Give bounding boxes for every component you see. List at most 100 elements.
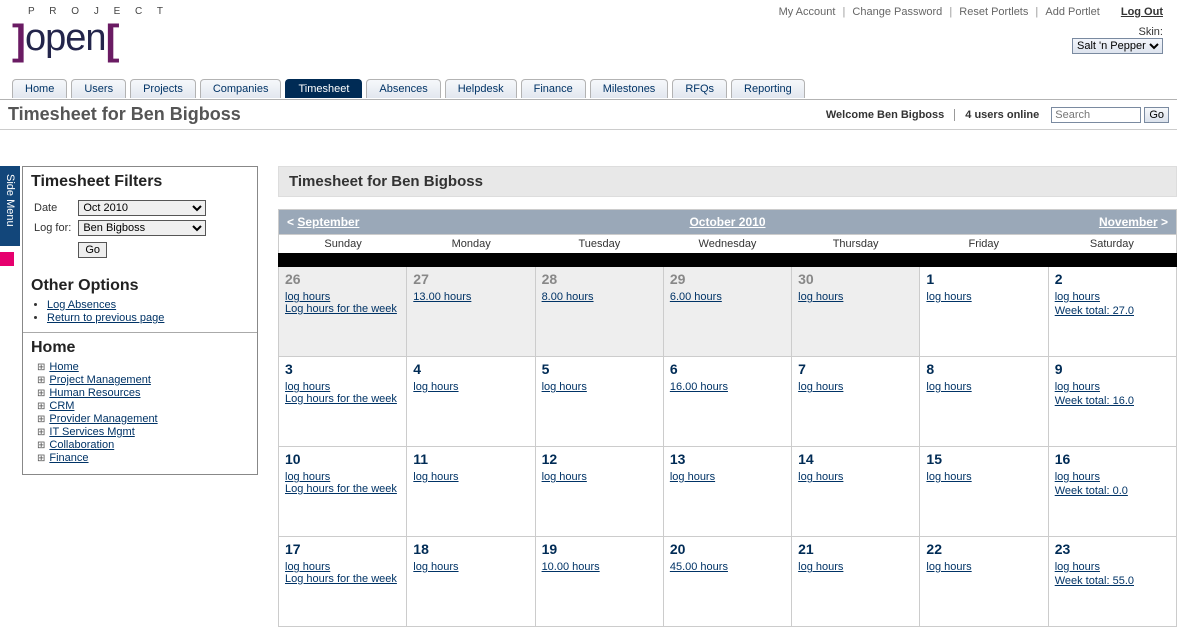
weekday-label: Wednesday (663, 235, 791, 253)
tab-timesheet[interactable]: Timesheet (285, 79, 362, 98)
week-total-link[interactable]: Week total: 0.0 (1055, 485, 1170, 497)
log-hours-link[interactable]: log hours (1055, 381, 1170, 393)
sidebar-option-link[interactable]: Log Absences (47, 299, 116, 311)
day-number: 9 (1055, 361, 1063, 377)
log-hours-link[interactable]: log hours (285, 471, 400, 483)
sidebar: Timesheet Filters Date Oct 2010 Log for:… (22, 166, 258, 475)
tree-item-link[interactable]: Home (49, 361, 78, 373)
day-number: 15 (926, 451, 942, 467)
users-online: 4 users online (965, 109, 1039, 121)
filter-logfor-label: Log for: (33, 219, 75, 237)
log-week-link[interactable]: Log hours for the week (285, 393, 400, 405)
logout-link[interactable]: Log Out (1121, 6, 1163, 18)
log-hours-link[interactable]: log hours (542, 381, 657, 393)
next-month-link[interactable]: November (1099, 215, 1158, 229)
tab-users[interactable]: Users (71, 79, 126, 98)
tab-absences[interactable]: Absences (366, 79, 440, 98)
skin-select[interactable]: Salt 'n Pepper (1072, 38, 1163, 54)
calendar-cell: 7log hours (792, 357, 920, 447)
week-total-link[interactable]: Week total: 55.0 (1055, 575, 1170, 587)
side-menu-toggle[interactable]: Side Menu (0, 166, 20, 246)
calendar-cell: 13 log hours (664, 447, 792, 537)
tab-milestones[interactable]: Milestones (590, 79, 669, 98)
tree-item-link[interactable]: CRM (49, 400, 74, 412)
filter-date-label: Date (33, 199, 75, 217)
tab-helpdesk[interactable]: Helpdesk (445, 79, 517, 98)
search-go-button[interactable]: Go (1144, 107, 1169, 123)
hours-link[interactable]: 8.00 hours (542, 291, 657, 303)
tree-item-link[interactable]: Project Management (49, 374, 151, 386)
hours-link[interactable]: 6.00 hours (670, 291, 785, 303)
calendar-cell: 15 log hours (920, 447, 1048, 537)
tree-item-link[interactable]: Human Resources (49, 387, 140, 399)
header-link[interactable]: Add Portlet (1045, 6, 1099, 18)
tab-reporting[interactable]: Reporting (731, 79, 805, 98)
log-week-link[interactable]: Log hours for the week (285, 483, 400, 495)
log-hours-link[interactable]: log hours (926, 561, 1041, 573)
calendar-cell: 18log hours (407, 537, 535, 627)
calendar-strip (278, 253, 1177, 267)
day-number: 1 (926, 271, 934, 287)
log-hours-link[interactable]: log hours (285, 561, 400, 573)
log-hours-link[interactable]: log hours (798, 471, 913, 483)
log-hours-link[interactable]: log hours (1055, 291, 1170, 303)
filter-logfor-select[interactable]: Ben Bigboss (78, 220, 206, 236)
tree-item-link[interactable]: Finance (49, 452, 88, 464)
header-link[interactable]: Reset Portlets (959, 6, 1028, 18)
tree-item-link[interactable]: IT Services Mgmt (49, 426, 134, 438)
log-hours-link[interactable]: log hours (413, 561, 528, 573)
header-link[interactable]: Change Password (852, 6, 942, 18)
log-hours-link[interactable]: log hours (926, 291, 1041, 303)
calendar-cell: 3log hoursLog hours for the week (279, 357, 407, 447)
hours-link[interactable]: 13.00 hours (413, 291, 528, 303)
tab-finance[interactable]: Finance (521, 79, 586, 98)
weekday-label: Thursday (792, 235, 920, 253)
calendar-cell: 5log hours (536, 357, 664, 447)
filter-go-button[interactable]: Go (78, 242, 107, 258)
day-number: 8 (926, 361, 934, 377)
week-total-link[interactable]: Week total: 27.0 (1055, 305, 1170, 317)
log-hours-link[interactable]: log hours (1055, 561, 1170, 573)
calendar-cell: 4log hours (407, 357, 535, 447)
hours-link[interactable]: 16.00 hours (670, 381, 785, 393)
tree-item-link[interactable]: Collaboration (49, 439, 114, 451)
tab-home[interactable]: Home (12, 79, 67, 98)
log-hours-link[interactable]: log hours (798, 561, 913, 573)
calendar-grid: 26log hoursLog hours for the week2713.00… (278, 267, 1177, 627)
calendar-cell: 10log hoursLog hours for the week (279, 447, 407, 537)
hours-link[interactable]: 45.00 hours (670, 561, 785, 573)
log-hours-link[interactable]: log hours (285, 291, 400, 303)
weekday-label: Friday (920, 235, 1048, 253)
tab-projects[interactable]: Projects (130, 79, 196, 98)
header-link[interactable]: My Account (779, 6, 836, 18)
calendar-cell: 16log hoursWeek total: 0.0 (1049, 447, 1177, 537)
log-hours-link[interactable]: log hours (926, 381, 1041, 393)
search-input[interactable] (1051, 107, 1141, 123)
week-total-link[interactable]: Week total: 16.0 (1055, 395, 1170, 407)
log-hours-link[interactable]: log hours (413, 471, 528, 483)
hours-link[interactable]: 10.00 hours (542, 561, 657, 573)
log-hours-link[interactable]: log hours (285, 381, 400, 393)
prev-month-link[interactable]: September (297, 215, 359, 229)
day-number: 19 (542, 541, 558, 557)
log-hours-link[interactable]: log hours (926, 471, 1041, 483)
log-hours-link[interactable]: log hours (798, 291, 913, 303)
log-hours-link[interactable]: log hours (542, 471, 657, 483)
tab-companies[interactable]: Companies (200, 79, 282, 98)
day-number: 14 (798, 451, 814, 467)
current-month-link[interactable]: October 2010 (689, 215, 765, 229)
calendar-cell: 17log hoursLog hours for the week (279, 537, 407, 627)
day-number: 13 (670, 451, 686, 467)
filter-date-select[interactable]: Oct 2010 (78, 200, 206, 216)
calendar-cell: 23log hoursWeek total: 55.0 (1049, 537, 1177, 627)
log-week-link[interactable]: Log hours for the week (285, 303, 400, 315)
main-panel: Timesheet for Ben Bigboss < September Oc… (278, 166, 1177, 627)
tree-item-link[interactable]: Provider Management (49, 413, 157, 425)
tab-rfqs[interactable]: RFQs (672, 79, 727, 98)
log-hours-link[interactable]: log hours (798, 381, 913, 393)
log-hours-link[interactable]: log hours (413, 381, 528, 393)
sidebar-option-link[interactable]: Return to previous page (47, 312, 164, 324)
log-week-link[interactable]: Log hours for the week (285, 573, 400, 585)
log-hours-link[interactable]: log hours (670, 471, 785, 483)
log-hours-link[interactable]: log hours (1055, 471, 1170, 483)
